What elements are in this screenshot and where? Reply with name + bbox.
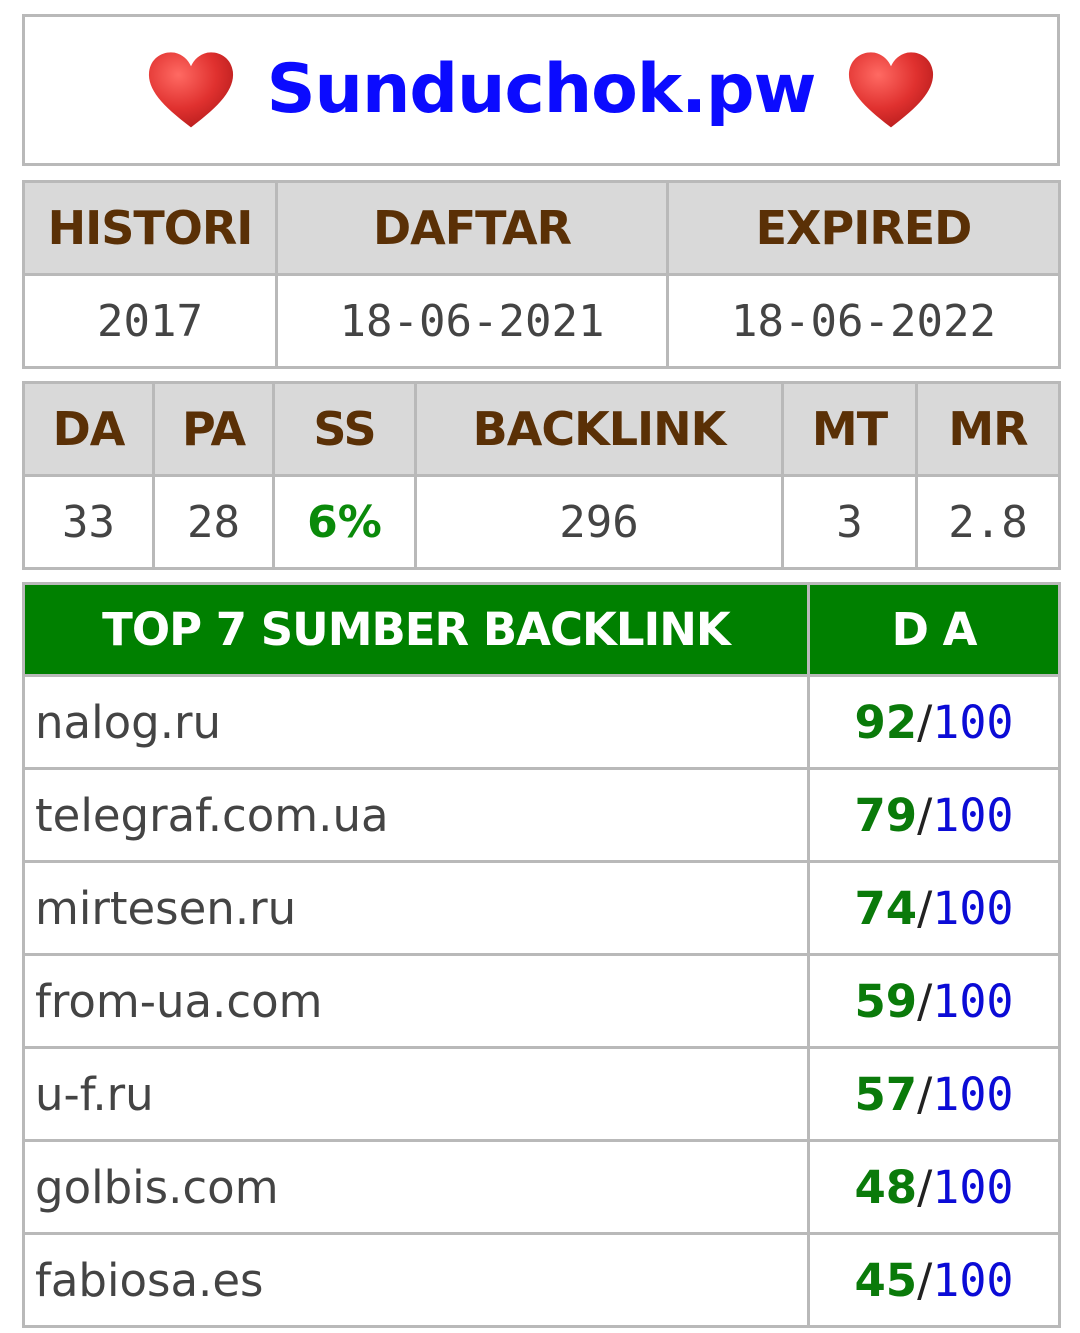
ss-value: 6% [272,474,417,570]
backlink-source: telegraf.com.ua [22,767,810,863]
heart-icon [148,52,233,128]
da-separator: / [917,1253,933,1307]
daftar-header: DAFTAR [275,180,669,276]
metrics-header-row: DA PA SS BACKLINK MT MR [22,381,1061,477]
histori-header: HISTORI [22,180,278,276]
backlink-da-value: 74 [854,881,918,935]
daftar-value: 18-06-2021 [275,273,669,369]
pa-header: PA [152,381,275,477]
da-separator: / [917,974,933,1028]
domain-info-value-row: 2017 18-06-2021 18-06-2022 [22,273,1061,369]
expired-value: 18-06-2022 [666,273,1061,369]
backlink-da-cell: 57/100 [807,1046,1061,1142]
table-row: mirtesen.ru 74/100 [22,860,1061,956]
backlink-source: fabiosa.es [22,1232,810,1328]
page: Sunduchok.pw HISTORI DAFTAR EXPIRED 2017… [0,0,1080,1333]
backlink-da-max: 100 [932,1253,1014,1307]
mt-value: 3 [781,474,918,570]
domain-info-header-row: HISTORI DAFTAR EXPIRED [22,180,1061,276]
backlink-da-max: 100 [932,1067,1014,1121]
backlink-source: mirtesen.ru [22,860,810,956]
backlink-da-max: 100 [932,1160,1014,1214]
backlink-da-cell: 74/100 [807,860,1061,956]
backlink-da-value: 59 [854,974,918,1028]
pa-value: 28 [152,474,275,570]
backlink-da-value: 92 [854,695,918,749]
backlink-sources-title: TOP 7 SUMBER BACKLINK [22,582,810,677]
da-separator: / [917,788,933,842]
backlink-da-max: 100 [932,974,1014,1028]
backlink-source: nalog.ru [22,674,810,770]
backlink-da-value: 48 [854,1160,918,1214]
da-column-header: D A [807,582,1061,677]
table-row: from-ua.com 59/100 [22,953,1061,1049]
da-value: 33 [22,474,155,570]
backlink-da-max: 100 [932,695,1014,749]
table-row: u-f.ru 57/100 [22,1046,1061,1142]
metrics-value-row: 33 28 6% 296 3 2.8 [22,474,1061,570]
da-separator: / [917,1067,933,1121]
mr-value: 2.8 [915,474,1061,570]
backlink-da-value: 45 [854,1253,918,1307]
metrics-table: DA PA SS BACKLINK MT MR 33 28 6% 296 3 2… [22,381,1061,570]
da-header: DA [22,381,155,477]
backlink-header: BACKLINK [414,381,784,477]
backlink-da-cell: 92/100 [807,674,1061,770]
title-banner: Sunduchok.pw [22,14,1060,166]
heart-icon [849,52,934,128]
backlink-da-value: 79 [854,788,918,842]
da-separator: / [917,695,933,749]
table-row: telegraf.com.ua 79/100 [22,767,1061,863]
mt-header: MT [781,381,918,477]
backlink-source: u-f.ru [22,1046,810,1142]
backlink-da-cell: 79/100 [807,767,1061,863]
backlink-da-max: 100 [932,788,1014,842]
backlink-value: 296 [414,474,784,570]
backlink-da-cell: 59/100 [807,953,1061,1049]
backlink-da-max: 100 [932,881,1014,935]
backlink-da-value: 57 [854,1067,918,1121]
site-title: Sunduchok.pw [266,50,817,129]
backlink-source: golbis.com [22,1139,810,1235]
backlink-sources-header-row: TOP 7 SUMBER BACKLINK D A [22,582,1061,677]
domain-info-table: HISTORI DAFTAR EXPIRED 2017 18-06-2021 1… [22,180,1061,369]
table-row: nalog.ru 92/100 [22,674,1061,770]
histori-value: 2017 [22,273,278,369]
ss-header: SS [272,381,417,477]
da-separator: / [917,881,933,935]
expired-header: EXPIRED [666,180,1061,276]
backlink-sources-table: TOP 7 SUMBER BACKLINK D A nalog.ru 92/100… [22,582,1061,1328]
mr-header: MR [915,381,1061,477]
backlink-da-cell: 45/100 [807,1232,1061,1328]
table-row: fabiosa.es 45/100 [22,1232,1061,1328]
backlink-source: from-ua.com [22,953,810,1049]
table-row: golbis.com 48/100 [22,1139,1061,1235]
backlink-rows: nalog.ru 92/100 telegraf.com.ua 79/100 mirte… [22,674,1061,1328]
backlink-da-cell: 48/100 [807,1139,1061,1235]
da-separator: / [917,1160,933,1214]
